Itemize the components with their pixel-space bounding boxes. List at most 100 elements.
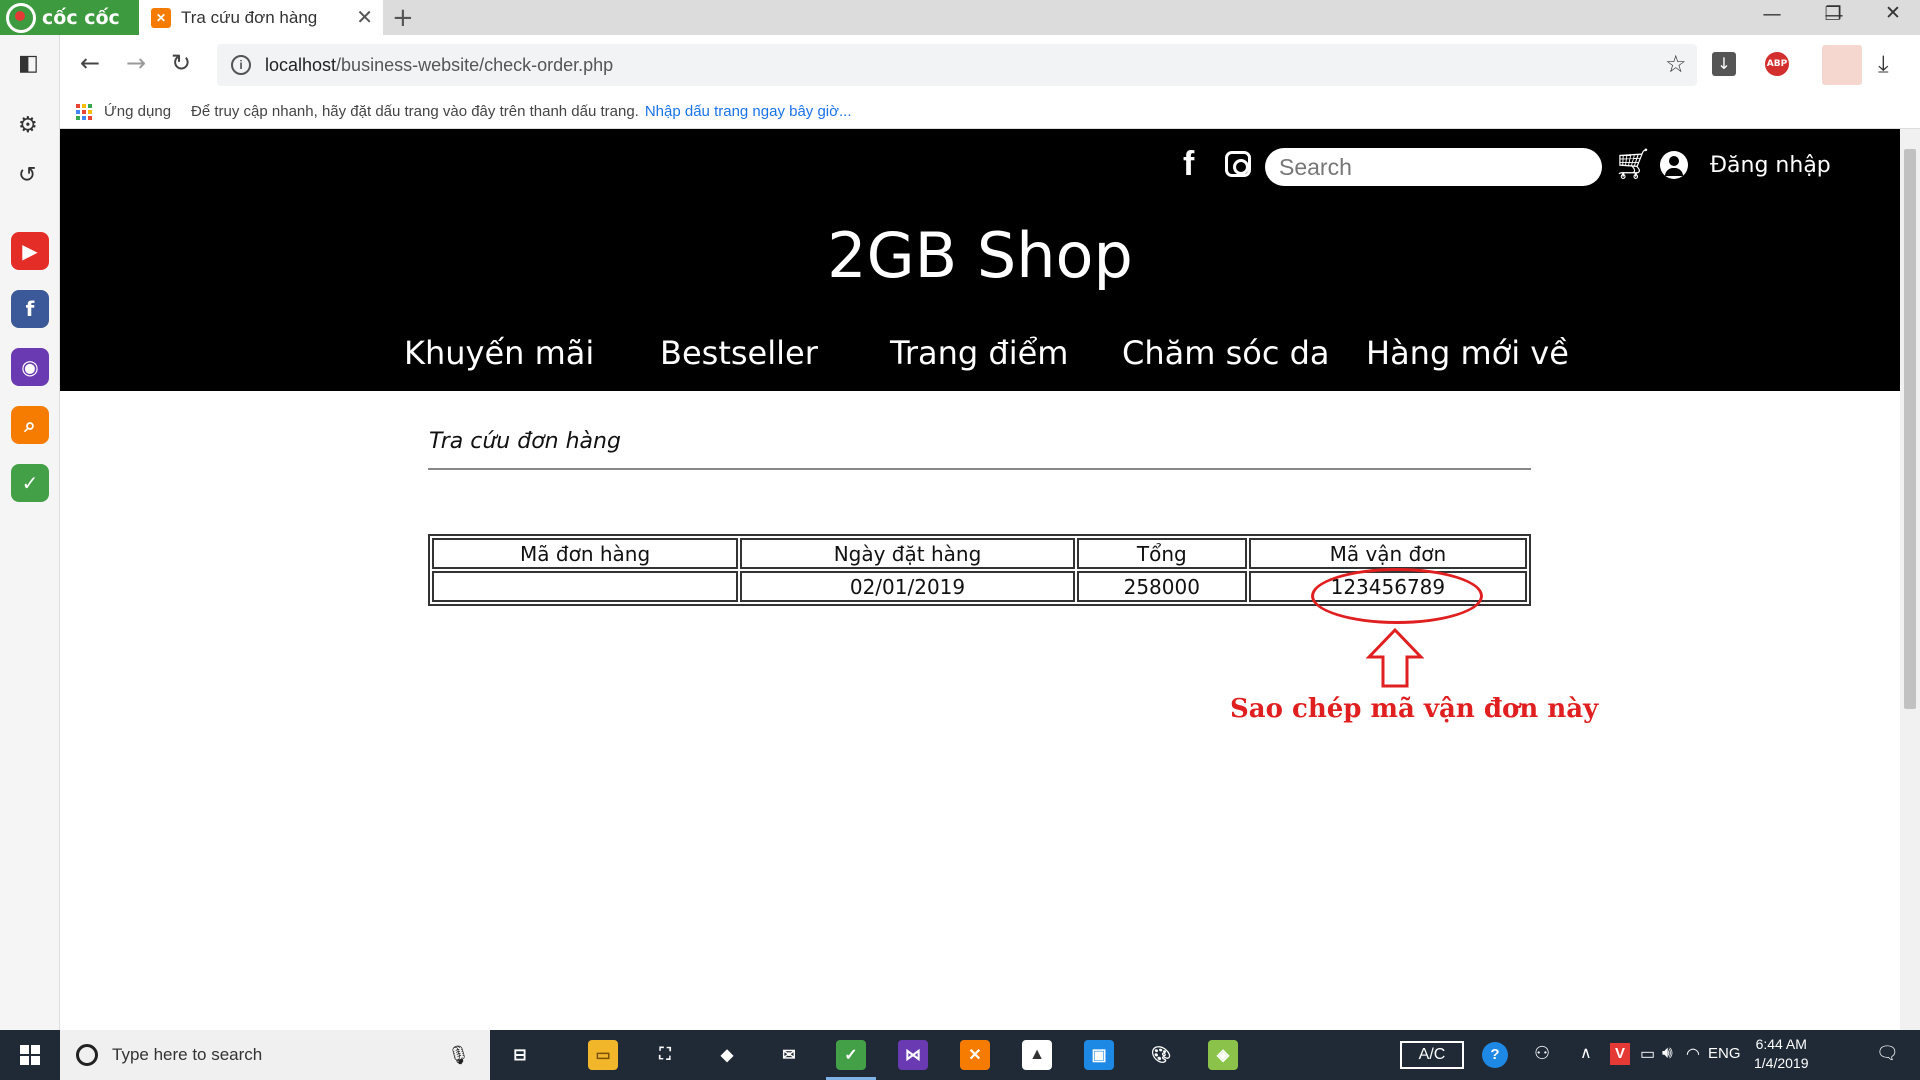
cell-order-id (432, 571, 739, 602)
site-search-input[interactable] (1265, 148, 1602, 186)
file-explorer-icon[interactable]: ▭ (588, 1040, 618, 1070)
profile-avatar[interactable] (1822, 45, 1862, 85)
apps-label[interactable]: Ứng dụng (104, 103, 171, 120)
bookmarks-bar: Ứng dụng Để truy cập nhanh, hãy đặt dấu … (60, 95, 1920, 129)
settings-gear-icon[interactable]: ⚙ (18, 113, 38, 138)
start-button[interactable] (0, 1030, 60, 1080)
save-page-icon[interactable]: ↓ (1712, 52, 1736, 76)
site-header: f 🛒︎ Đăng nhập 2GB Shop Khuyến mãi Bests… (60, 129, 1900, 391)
microphone-icon[interactable]: 🎙︎ (447, 1045, 470, 1066)
battery-icon[interactable]: ▭ (1640, 1044, 1655, 1064)
input-language[interactable]: ENG (1708, 1045, 1741, 1062)
task-view-icon[interactable]: ⊟ (505, 1040, 535, 1070)
people-icon[interactable]: ⚇ (1534, 1043, 1550, 1064)
instagram-link-icon[interactable] (1225, 151, 1251, 177)
brand-label: cốc cốc (42, 6, 120, 29)
git-icon[interactable]: ◈ (1208, 1040, 1238, 1070)
reload-button[interactable]: ↻ (171, 49, 191, 77)
antivirus-icon[interactable]: V (1610, 1043, 1630, 1065)
up-arrow-icon (1366, 627, 1424, 688)
ac-indicator[interactable]: A/C (1400, 1041, 1464, 1069)
windows-logo-icon (20, 1045, 40, 1065)
cell-order-date: 02/01/2019 (740, 571, 1075, 602)
system-tray: A/C ? ⚇ ∧ V ▭ 🔊︎ ◠ ENG 6:44 AM 1/4/2019 … (1400, 1030, 1920, 1080)
user-account-icon[interactable] (1660, 151, 1688, 179)
page-scrollbar[interactable] (1900, 129, 1920, 1030)
scrollbar-thumb[interactable] (1904, 149, 1916, 709)
back-button[interactable]: ← (80, 49, 100, 77)
tab-check-order[interactable]: ✕ Tra cứu đơn hàng ✕ (139, 0, 383, 35)
history-icon[interactable]: ↺ (18, 163, 36, 188)
coccoc-logo-icon (6, 2, 36, 33)
search-sidebar-icon[interactable]: ⌕ (11, 406, 49, 444)
nav-item-cham-soc-da[interactable]: Chăm sóc da (1122, 334, 1330, 372)
login-link[interactable]: Đăng nhập (1710, 153, 1831, 178)
clock[interactable]: 6:44 AM 1/4/2019 (1754, 1035, 1809, 1073)
highlight-ellipse (1311, 568, 1483, 624)
visual-studio-icon[interactable]: ⋈ (898, 1040, 928, 1070)
page-viewport: f 🛒︎ Đăng nhập 2GB Shop Khuyến mãi Bests… (60, 129, 1900, 1030)
mail-icon[interactable]: ✉ (774, 1040, 804, 1070)
forward-button[interactable]: → (126, 49, 146, 77)
wifi-icon[interactable]: ◠ (1686, 1044, 1700, 1064)
copy-tracking-code-annotation: Sao chép mã vận đơn này (1230, 694, 1599, 724)
bookmark-star-icon[interactable]: ☆ (1665, 50, 1687, 78)
music-icon[interactable]: ◉ (11, 348, 49, 386)
url-path: /business-website/check-order.php (336, 54, 614, 75)
window-close-icon[interactable]: ✕ (1873, 2, 1913, 24)
url-field[interactable]: i localhost /business-website/check-orde… (217, 44, 1697, 86)
store-icon[interactable]: ⛶ (650, 1040, 680, 1070)
xampp-favicon-icon: ✕ (151, 7, 171, 28)
col-header-total: Tổng (1076, 538, 1247, 569)
cortana-icon (76, 1044, 98, 1066)
nav-item-khuyen-mai[interactable]: Khuyến mãi (404, 334, 594, 372)
import-bookmarks-link[interactable]: Nhập dấu trang ngay bây giờ... (645, 103, 852, 120)
volume-icon[interactable]: 🔊︎ (1662, 1043, 1673, 1063)
page-title: Tra cứu đơn hàng (429, 429, 621, 454)
taskbar-search-placeholder: Type here to search (112, 1045, 263, 1064)
coccoc-taskbar-icon[interactable]: ✓ (836, 1040, 866, 1070)
notifications-icon[interactable]: 🗨︎ (1876, 1043, 1899, 1064)
photos-icon[interactable]: ▲ (1022, 1040, 1052, 1070)
taskbar-search-box[interactable]: Type here to search 🎙︎ (60, 1030, 490, 1080)
window-restore-icon[interactable]: ❐ (1813, 3, 1853, 25)
coccoc-app-icon[interactable]: ✓ (11, 464, 49, 502)
downloads-icon[interactable]: ⤓ (1878, 50, 1889, 78)
bookmarks-hint: Để truy cập nhanh, hãy đặt dấu trang vào… (191, 103, 639, 120)
main-nav: Khuyến mãi Bestseller Trang điểm Chăm só… (60, 334, 1900, 384)
snipping-tool-icon[interactable]: ▣ (1084, 1040, 1114, 1070)
coccoc-sidebar: ◧ ⚙ ↺ ▶ f ◉ ⌕ ✓ (0, 35, 60, 1030)
sidebar-toggle-icon[interactable]: ◧ (18, 51, 39, 76)
url-host: localhost (265, 54, 337, 75)
coccoc-menu-button[interactable]: cốc cốc (0, 0, 139, 35)
site-info-icon[interactable]: i (231, 55, 251, 75)
nav-item-bestseller[interactable]: Bestseller (660, 334, 818, 372)
new-tab-button[interactable]: + (392, 3, 414, 33)
cell-total: 258000 (1076, 571, 1247, 602)
xampp-icon[interactable]: ✕ (960, 1040, 990, 1070)
adblock-icon[interactable]: ABP (1765, 52, 1789, 76)
shopping-cart-icon[interactable]: 🛒︎ (1614, 147, 1652, 182)
clock-time: 6:44 AM (1755, 1036, 1807, 1052)
nav-item-hang-moi-ve[interactable]: Hàng mới về (1366, 334, 1569, 372)
apps-grid-icon[interactable] (76, 103, 92, 120)
tab-bar: cốc cốc ✕ Tra cứu đơn hàng ✕ + — (0, 0, 1920, 35)
shop-title[interactable]: 2GB Shop (60, 219, 1900, 292)
help-icon[interactable]: ? (1482, 1042, 1508, 1068)
youtube-icon[interactable]: ▶ (11, 232, 49, 270)
col-header-tracking-code: Mã vận đơn (1248, 538, 1527, 569)
col-header-order-id: Mã đơn hàng (432, 538, 739, 569)
facebook-icon[interactable]: f (11, 290, 49, 328)
paint-icon[interactable]: 🎨︎ (1146, 1040, 1176, 1070)
heading-divider (428, 468, 1531, 470)
show-hidden-icons-icon[interactable]: ∧ (1580, 1043, 1592, 1063)
tab-title: Tra cứu đơn hàng (181, 7, 318, 27)
table-header-row: Mã đơn hàng Ngày đặt hàng Tổng Mã vận đơ… (432, 538, 1527, 569)
clock-date: 1/4/2019 (1754, 1055, 1809, 1071)
tab-close-icon[interactable]: ✕ (356, 5, 373, 30)
facebook-link-icon[interactable]: f (1183, 145, 1194, 184)
col-header-order-date: Ngày đặt hàng (740, 538, 1075, 569)
window-minimize-icon[interactable]: — (1752, 3, 1792, 25)
dropbox-icon[interactable]: ◆ (712, 1040, 742, 1070)
nav-item-trang-diem[interactable]: Trang điểm (890, 334, 1068, 372)
